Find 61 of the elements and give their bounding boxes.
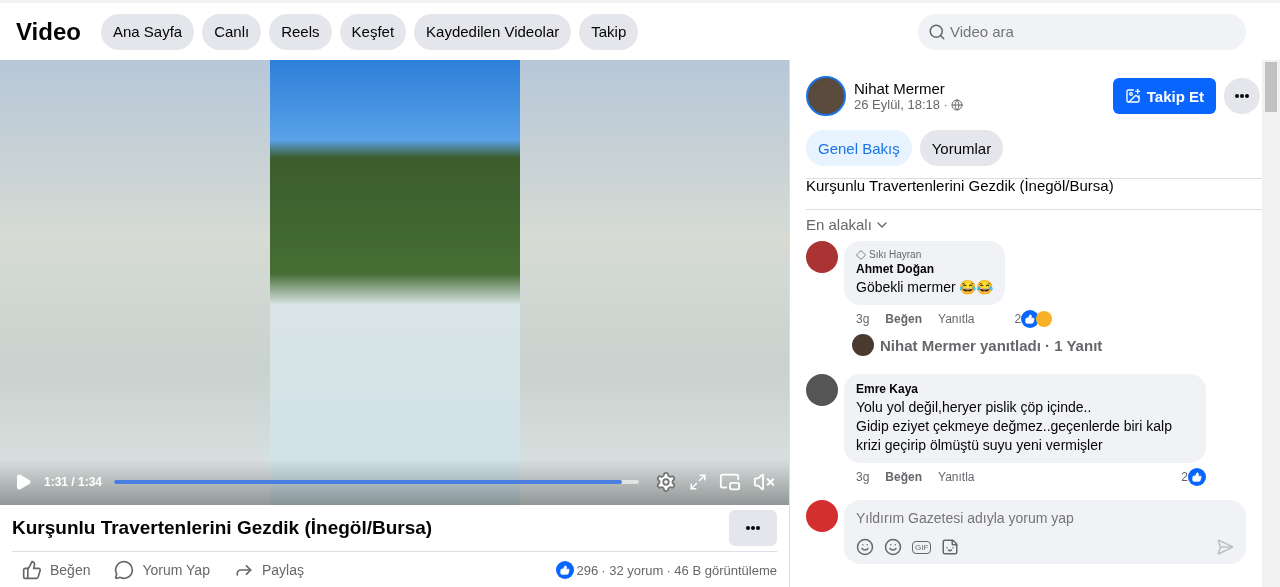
- reply-link[interactable]: Yanıtla: [938, 312, 975, 326]
- view-count: · 46 B görüntüleme: [666, 562, 777, 578]
- search-field[interactable]: Video ara: [918, 13, 1246, 50]
- view-replies-link[interactable]: Nihat Mermer yanıtladı · 1 Yanıt: [880, 336, 1103, 354]
- reaction-count[interactable]: 2: [1181, 470, 1188, 484]
- comment-text: Göbekli mermer 😂😂: [856, 278, 994, 297]
- nav-tab[interactable]: Ana Sayfa: [100, 13, 195, 50]
- more-icon: [1235, 94, 1249, 98]
- action-button[interactable]: Yorum Yap: [114, 560, 210, 580]
- like-reaction-icon: [1021, 310, 1040, 328]
- nav-tab[interactable]: Takip: [579, 13, 639, 50]
- avatar[interactable]: [806, 76, 846, 116]
- video-title: Kurşunlu Travertenlerini Gezdik (İnegöl/Bursa): [12, 517, 433, 539]
- comment-time[interactable]: 3g: [856, 470, 870, 484]
- scrollbar[interactable]: [1262, 60, 1280, 587]
- nav-tab[interactable]: Canlı: [202, 13, 262, 50]
- action-button[interactable]: Beğen: [22, 560, 91, 580]
- comment-text: Yolu yol değil,heryer pislik çöp içinde.. Gidip eziyet çekmeye değmez..geçenlerde biri kalp krizi geçirip ölmüştü suyu yeni vermişler: [856, 398, 1173, 455]
- page-title: Video: [16, 17, 81, 46]
- more-button[interactable]: [1224, 78, 1260, 114]
- more-icon: [746, 526, 760, 530]
- avatar[interactable]: [806, 241, 838, 273]
- post-description: Kurşunlu Travertenlerini Gezdik (İnegöl/Bursa): [806, 178, 1262, 210]
- video-time: 1:31 / 1:34: [44, 475, 103, 489]
- settings-icon[interactable]: [655, 471, 677, 493]
- like-reaction-icon: [1188, 468, 1206, 486]
- more-button[interactable]: [729, 510, 777, 546]
- comment-time[interactable]: 3g: [856, 312, 870, 326]
- diamond-icon: [856, 249, 866, 260]
- panel-tab[interactable]: Yorumlar: [919, 130, 1004, 166]
- search-icon: [928, 22, 946, 41]
- follow-button[interactable]: Takip Et: [1112, 78, 1216, 114]
- avatar[interactable]: [852, 334, 874, 356]
- action-button[interactable]: Paylaş: [233, 560, 304, 580]
- commenter-name[interactable]: Ahmet Doğan: [856, 262, 994, 276]
- page-avatar[interactable]: [806, 500, 838, 532]
- globe-icon: [950, 98, 963, 111]
- laughing-reaction-icon: [1036, 311, 1053, 327]
- fan-label: Sıkı Hayran: [869, 249, 922, 260]
- reply-link[interactable]: Yanıtla: [938, 470, 975, 484]
- like-link[interactable]: Beğen: [885, 312, 923, 326]
- commenter-name[interactable]: Emre Kaya: [856, 382, 1194, 396]
- gif-icon[interactable]: GIF: [912, 540, 932, 554]
- comment-field[interactable]: Yıldırım Gazetesi adıyla yorum yap GIF: [844, 500, 1246, 564]
- thumbs-up-icon: [22, 560, 42, 580]
- like-reaction-icon: [555, 561, 574, 579]
- post-date[interactable]: 26 Eylül, 18:18 ·: [854, 97, 948, 112]
- like-link[interactable]: Beğen: [885, 470, 923, 484]
- author-name[interactable]: Nihat Mermer: [854, 80, 963, 97]
- sort-dropdown[interactable]: En alakalı: [806, 216, 1262, 233]
- sticker-icon[interactable]: [941, 538, 960, 556]
- comment-count[interactable]: · 32 yorum: [601, 562, 664, 578]
- comment-icon: [114, 560, 135, 580]
- reaction-count[interactable]: 2: [1014, 312, 1022, 326]
- nav-tab[interactable]: Keşfet: [339, 13, 407, 50]
- emoji-icon[interactable]: [884, 538, 902, 556]
- reaction-count[interactable]: 296: [576, 562, 599, 578]
- nav-tab[interactable]: Reels: [269, 13, 332, 50]
- panel-tab[interactable]: Genel Bakış: [806, 130, 912, 166]
- avatar[interactable]: [806, 374, 838, 406]
- nav-tab[interactable]: Kaydedilen Videolar: [414, 13, 572, 50]
